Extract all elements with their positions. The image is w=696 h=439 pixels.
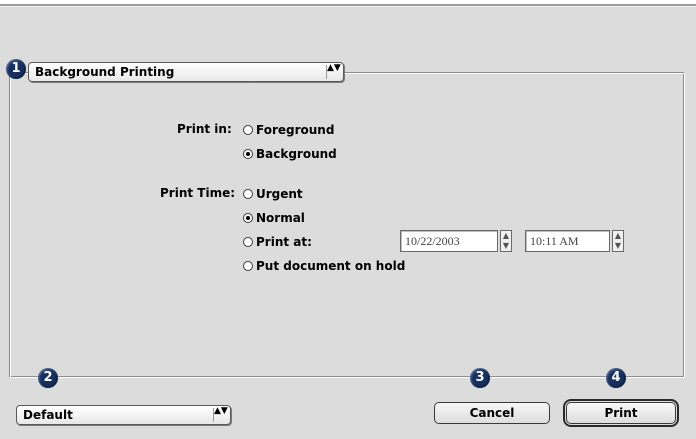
radio-background-label: Background (256, 147, 337, 161)
radio-foreground-button[interactable] (243, 125, 253, 135)
stepper-up-icon[interactable]: ▲ (613, 231, 623, 241)
options-group-box (9, 72, 685, 378)
radio-normal[interactable]: Normal (243, 210, 305, 226)
callout-badge-3: 3 (470, 368, 490, 388)
popup-arrows-icon: ▲▼ (213, 407, 228, 422)
radio-foreground[interactable]: Foreground (243, 122, 334, 138)
radio-urgent[interactable]: Urgent (243, 186, 303, 202)
radio-print-at-label: Print at: (256, 235, 312, 249)
print-time-label: Print Time: (160, 186, 236, 200)
time-stepper[interactable]: ▲ ▼ (612, 230, 624, 252)
popup-arrows-icon: ▲▼ (326, 64, 341, 79)
radio-normal-label: Normal (256, 211, 305, 225)
radio-background[interactable]: Background (243, 146, 337, 162)
radio-print-at[interactable]: Print at: (243, 234, 312, 250)
print-in-label: Print in: (177, 122, 232, 136)
radio-hold-button[interactable] (243, 261, 253, 271)
stepper-up-icon[interactable]: ▲ (501, 231, 511, 241)
radio-normal-button[interactable] (243, 213, 253, 223)
date-stepper[interactable]: ▲ ▼ (500, 230, 512, 252)
callout-badge-2: 2 (38, 368, 58, 388)
callout-badge-4: 4 (606, 368, 626, 388)
radio-urgent-button[interactable] (243, 189, 253, 199)
panel-popup-menu[interactable]: Background Printing ▲▼ (28, 62, 344, 82)
panel-popup-label: Background Printing (35, 65, 175, 79)
time-field[interactable]: 10:11 AM (525, 230, 610, 252)
radio-background-button[interactable] (243, 149, 253, 159)
radio-print-at-button[interactable] (243, 237, 253, 247)
cancel-button[interactable]: Cancel (434, 402, 550, 424)
print-dialog: 1 Background Printing ▲▼ Print in: Foreg… (0, 4, 696, 439)
callout-badge-1: 1 (6, 59, 26, 79)
radio-foreground-label: Foreground (256, 123, 335, 137)
radio-hold-label: Put document on hold (256, 259, 406, 273)
stepper-down-icon[interactable]: ▼ (501, 241, 511, 251)
print-button[interactable]: Print (563, 399, 679, 427)
preset-popup-label: Default (23, 408, 73, 422)
radio-hold[interactable]: Put document on hold (243, 258, 405, 274)
preset-popup-menu[interactable]: Default ▲▼ (16, 405, 231, 425)
radio-urgent-label: Urgent (256, 187, 303, 201)
stepper-down-icon[interactable]: ▼ (613, 241, 623, 251)
date-field[interactable]: 10/22/2003 (400, 230, 498, 252)
